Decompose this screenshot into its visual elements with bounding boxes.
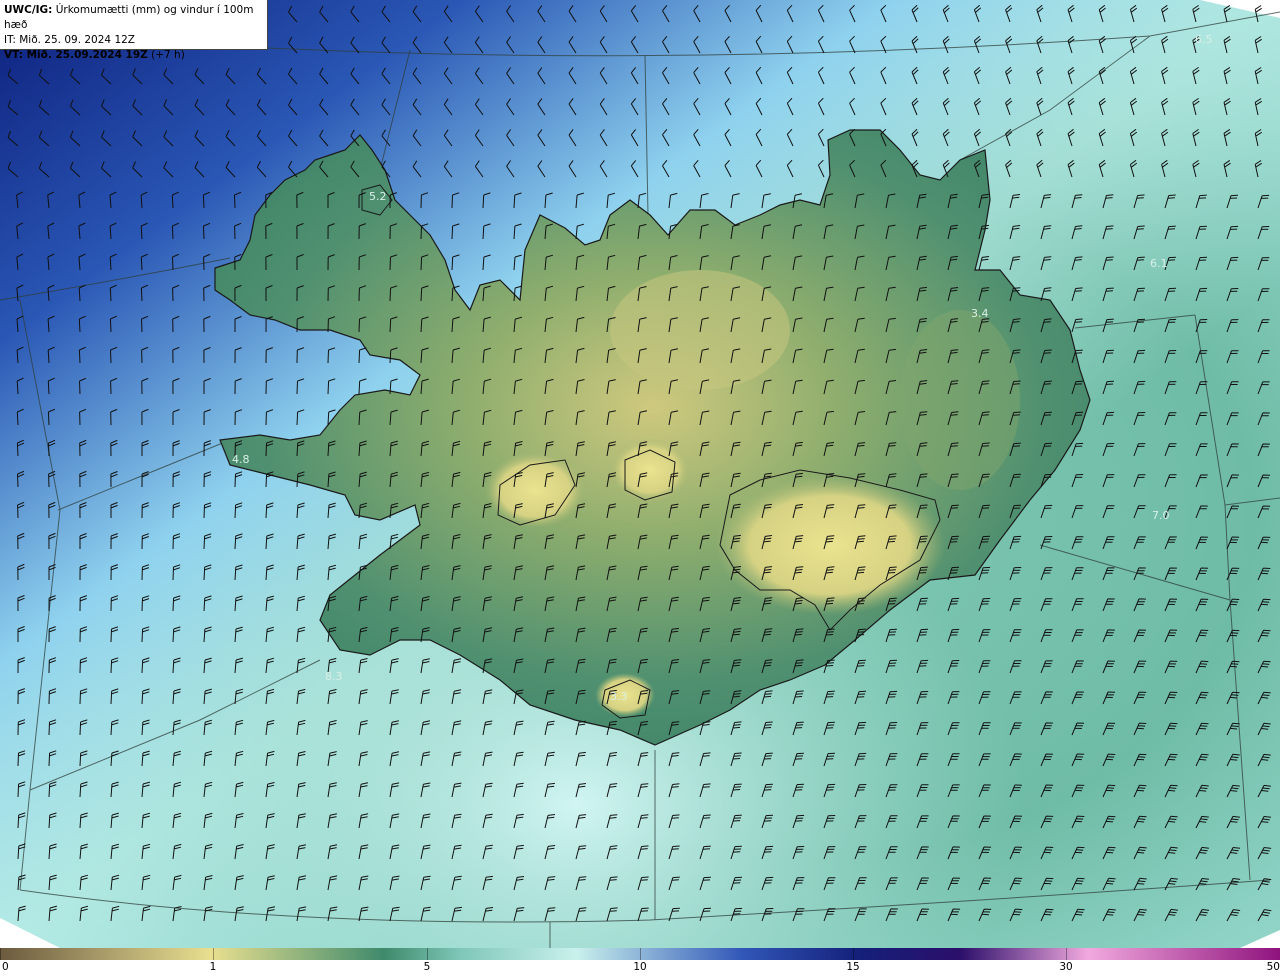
label-south-coast: 3.3	[610, 690, 628, 703]
valid-time: VT: Mið. 25.09.2024 19Z	[4, 49, 148, 61]
model-prefix: UWC/IG:	[4, 4, 53, 16]
colorbar-tick-mark	[853, 948, 854, 960]
colorbar-tick-mark	[1066, 948, 1067, 960]
colorbar-tick-label: 5	[423, 961, 431, 973]
label-north-east-sea: 6.5	[1195, 33, 1213, 46]
colorbar-tick-mark	[0, 948, 1, 960]
glacier-vatnajokull	[715, 475, 945, 615]
colorbar-tick-label: 10	[633, 961, 647, 973]
label-snaefellsnes: 4.8	[232, 453, 250, 466]
label-south-west-sea: 8.3	[325, 670, 343, 683]
colorbar-tick-mark	[640, 948, 641, 960]
map-title-box: UWC/IG: Úrkomumætti (mm) og vindur í 100…	[0, 0, 268, 61]
glacier-hofsjokull	[610, 438, 690, 502]
init-time: IT: Mið. 25. 09. 2024 12Z	[4, 34, 135, 46]
colorbar-tick-label: 0	[2, 961, 9, 973]
colorbar-tick-label: 1	[209, 961, 217, 973]
label-east-fjords: 3.4	[971, 307, 989, 320]
colorbar-tick-label: 30	[1059, 961, 1073, 973]
label-east-sea: 6.1	[1150, 257, 1168, 270]
colorbar-legend: 0 1 5 10 15 30 50	[0, 948, 1280, 978]
precipitation-wind-map: 6.5 5.2 6.1 3.4 4.8 7.0 8.3 3.3	[0, 0, 1280, 948]
colorbar-tick-label: 15	[846, 961, 860, 973]
label-south-east-sea: 7.0	[1152, 509, 1170, 522]
label-westfjords: 5.2	[369, 190, 387, 203]
colorbar-tick-mark	[427, 948, 428, 960]
highlands-east	[900, 310, 1020, 490]
colorbar-tick-label: 50	[1266, 961, 1280, 973]
colorbar-tick-mark	[213, 948, 214, 960]
forecast-offset: (+7 h)	[151, 49, 185, 61]
